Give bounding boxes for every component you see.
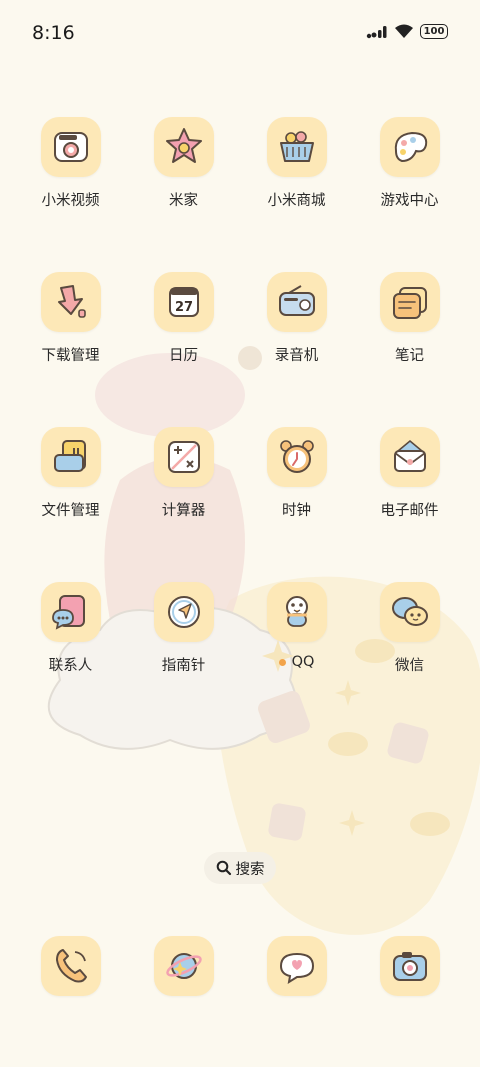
search-label: 搜索 <box>235 861 265 878</box>
status-icons: 100 <box>366 24 448 39</box>
app-calculator[interactable]: 计算器 <box>127 427 240 520</box>
dock-messages[interactable] <box>240 936 353 996</box>
app-contacts[interactable]: 联系人 <box>14 582 127 675</box>
app-notes[interactable]: 笔记 <box>353 272 466 365</box>
alarm-clock-icon[interactable] <box>266 427 327 487</box>
app-label: 文件管理 <box>41 503 100 519</box>
app-calendar[interactable]: 27 日历 <box>127 272 240 365</box>
app-qq[interactable]: QQ <box>240 582 353 675</box>
notification-dot <box>278 658 286 666</box>
app-downloads[interactable]: 下载管理 <box>14 272 127 365</box>
game-palette-icon[interactable] <box>379 117 440 177</box>
radio-recorder-icon[interactable] <box>266 272 327 332</box>
app-label: 时钟 <box>282 503 311 519</box>
camera-icon[interactable] <box>379 936 440 996</box>
status-bar: 8:16 100 <box>0 0 480 64</box>
compass-icon[interactable] <box>153 582 214 642</box>
app-mi-store[interactable]: 小米商城 <box>240 117 353 210</box>
messages-icon[interactable] <box>266 936 327 996</box>
notes-icon[interactable] <box>379 272 440 332</box>
app-wechat[interactable]: 微信 <box>353 582 466 675</box>
wifi-icon <box>395 24 413 38</box>
dock-browser[interactable] <box>127 936 240 996</box>
app-label: 小米商城 <box>267 193 326 209</box>
app-recorder[interactable]: 录音机 <box>240 272 353 365</box>
app-label: 微信 <box>395 658 424 674</box>
app-label: 电子邮件 <box>380 503 439 519</box>
app-compass[interactable]: 指南针 <box>127 582 240 675</box>
app-label: 录音机 <box>274 348 319 364</box>
folder-icon[interactable] <box>40 427 101 487</box>
battery-icon: 100 <box>420 24 448 39</box>
app-mi-home[interactable]: 米家 <box>127 117 240 210</box>
dock-phone[interactable] <box>14 936 127 996</box>
app-game-center[interactable]: 游戏中心 <box>353 117 466 210</box>
app-label: QQ <box>278 654 315 670</box>
app-grid: 小米视频 米家 小米商城 游戏中心 下载管理 27 日历 录音机 笔记 文件管理… <box>14 117 466 675</box>
app-email[interactable]: 电子邮件 <box>353 427 466 520</box>
wechat-icon[interactable] <box>379 582 440 642</box>
search-icon <box>216 860 231 876</box>
search-button[interactable]: 搜索 <box>204 852 276 884</box>
qq-penguin-icon[interactable] <box>266 582 327 642</box>
home-icon[interactable] <box>153 117 214 177</box>
download-icon[interactable] <box>40 272 101 332</box>
cellular-signal-icon <box>366 25 387 38</box>
app-label: 日历 <box>169 348 198 364</box>
app-label: 计算器 <box>161 503 206 519</box>
app-clock[interactable]: 时钟 <box>240 427 353 520</box>
status-time: 8:16 <box>32 22 75 44</box>
dock <box>14 936 466 996</box>
app-label: 游戏中心 <box>380 193 439 209</box>
app-label: 指南针 <box>161 658 206 674</box>
app-file-manager[interactable]: 文件管理 <box>14 427 127 520</box>
calendar-icon[interactable]: 27 <box>153 272 214 332</box>
app-label-text: QQ <box>291 654 315 670</box>
app-label: 米家 <box>169 193 198 209</box>
shopping-basket-icon[interactable] <box>266 117 327 177</box>
app-mi-video[interactable]: 小米视频 <box>14 117 127 210</box>
app-label: 联系人 <box>48 658 93 674</box>
video-icon[interactable] <box>40 117 101 177</box>
phone-icon[interactable] <box>40 936 101 996</box>
browser-planet-icon[interactable] <box>153 936 214 996</box>
app-label: 下载管理 <box>41 348 100 364</box>
app-label: 笔记 <box>395 348 424 364</box>
calculator-icon[interactable] <box>153 427 214 487</box>
contacts-icon[interactable] <box>40 582 101 642</box>
calendar-date: 27 <box>174 300 192 315</box>
app-label: 小米视频 <box>41 193 100 209</box>
mail-icon[interactable] <box>379 427 440 487</box>
dock-camera[interactable] <box>353 936 466 996</box>
